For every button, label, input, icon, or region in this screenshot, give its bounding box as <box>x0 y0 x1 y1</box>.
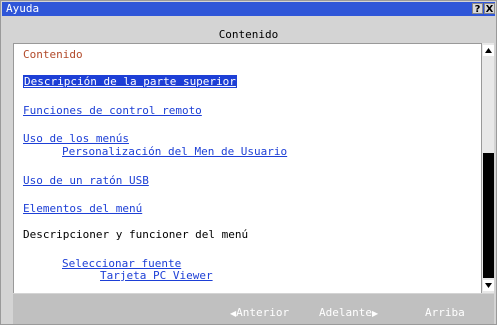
previous-label: Anterior <box>236 306 290 319</box>
header-spacer <box>2 16 495 27</box>
link-uso-raton-usb[interactable]: Uso de un ratón USB <box>23 174 149 187</box>
link-descripcion-parte-superior[interactable]: Descripción de la parte superior <box>23 75 237 88</box>
navigation-bar: ◀Anterior Adelante▶ Arriba <box>13 294 494 324</box>
right-triangle-icon: ▶ <box>371 309 379 318</box>
link-personalizacion-menu-usuario[interactable]: Personalización del Men de Usuario <box>62 145 287 158</box>
window-title: Ayuda <box>6 2 40 15</box>
scroll-down-icon[interactable] <box>483 280 494 291</box>
close-button[interactable]: X <box>484 3 495 15</box>
link-elementos-del-menu[interactable]: Elementos del menú <box>23 202 142 215</box>
link-tarjeta-pc-viewer[interactable]: Tarjeta PC Viewer <box>100 269 213 282</box>
previous-button[interactable]: ◀Anterior <box>230 306 289 320</box>
page-title: Contenido <box>2 27 495 42</box>
up-button[interactable]: Arriba <box>425 306 465 319</box>
help-window: Ayuda ? X Contenido Contenido Descripció… <box>0 0 497 325</box>
help-content-pane: Contenido Descripción de la parte superi… <box>13 43 481 293</box>
scroll-up-icon[interactable] <box>483 45 494 56</box>
link-funciones-control-remoto[interactable]: Funciones de control remoto <box>23 104 202 117</box>
section-descripcioner-funcioner: Descripcioner y funcioner del menú <box>23 228 249 241</box>
next-button[interactable]: Adelante▶ <box>319 306 378 320</box>
next-label: Adelante <box>319 306 372 319</box>
title-bar: Ayuda ? X <box>2 2 495 16</box>
help-button[interactable]: ? <box>472 3 483 15</box>
content-heading: Contenido <box>23 48 83 61</box>
vertical-scrollbar[interactable] <box>481 43 494 293</box>
link-uso-de-los-menus[interactable]: Uso de los menús <box>23 132 129 145</box>
scrollbar-thumb[interactable] <box>483 153 494 278</box>
